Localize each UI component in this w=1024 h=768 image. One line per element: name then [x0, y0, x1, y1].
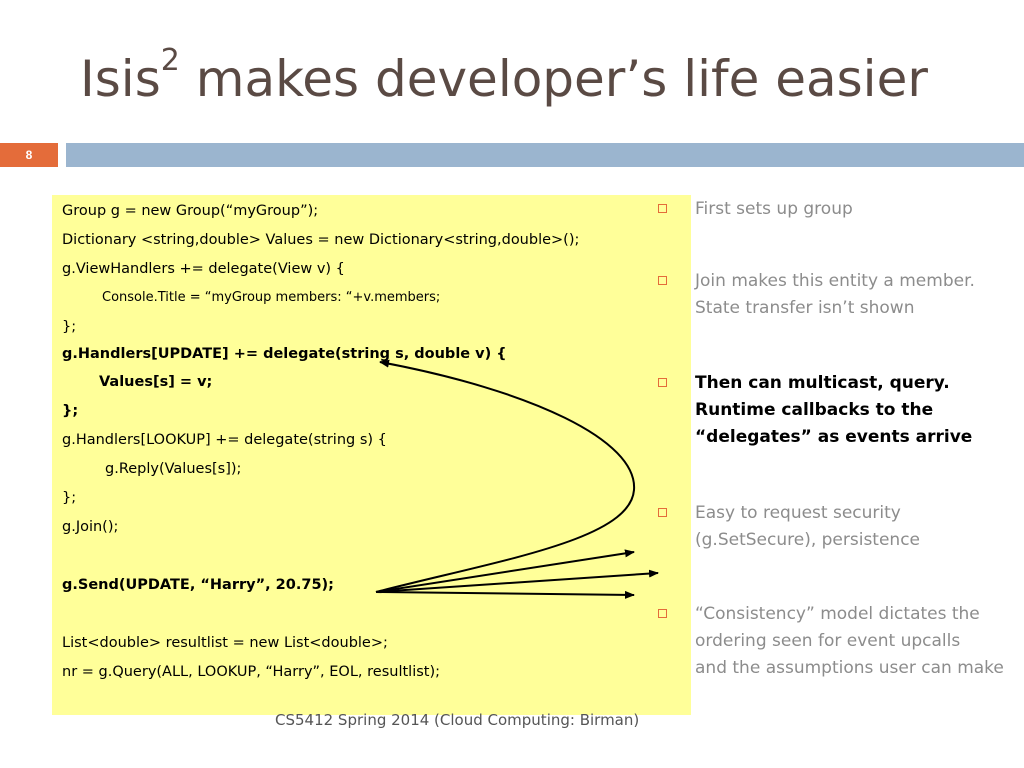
header-divider-bar [66, 143, 1024, 167]
bullet-text: First sets up group [695, 199, 853, 219]
code-line: nr = g.Query(ALL, LOOKUP, “Harry”, EOL, … [62, 664, 440, 680]
code-line: }; [62, 403, 79, 419]
bullet-text: ordering seen for event upcalls [695, 631, 961, 651]
slide-title: Isis2 makes developer’s life easier [80, 46, 928, 109]
code-listing: Group g = new Group(“myGroup”); Dictiona… [52, 195, 691, 715]
bullet-text: “delegates” as events arrive [695, 427, 973, 447]
square-bullet-icon [658, 378, 667, 387]
code-line: Group g = new Group(“myGroup”); [62, 203, 319, 219]
code-line: Console.Title = “myGroup members: “+v.me… [102, 290, 441, 305]
title-rest: makes developer’s life easier [179, 50, 928, 108]
bullet-text: Easy to request security [695, 503, 901, 523]
bullet-text: and the assumptions user can make [695, 658, 1004, 678]
code-line: List<double> resultlist = new List<doubl… [62, 635, 388, 651]
code-line: g.ViewHandlers += delegate(View v) { [62, 261, 345, 277]
code-line: g.Handlers[UPDATE] += delegate(string s,… [62, 346, 507, 362]
bullet-text: “Consistency” model dictates the [695, 604, 980, 624]
code-line: g.Handlers[LOOKUP] += delegate(string s)… [62, 432, 387, 448]
code-line: }; [62, 490, 77, 506]
square-bullet-icon [658, 204, 667, 213]
code-line: Values[s] = v; [99, 374, 213, 390]
title-main: Isis [80, 50, 161, 108]
slide-footer: CS5412 Spring 2014 (Cloud Computing: Bir… [275, 711, 640, 729]
square-bullet-icon [658, 508, 667, 517]
code-line: g.Send(UPDATE, “Harry”, 20.75); [62, 577, 334, 593]
square-bullet-icon [658, 276, 667, 285]
code-line: }; [62, 319, 77, 335]
title-superscript: 2 [160, 43, 180, 78]
square-bullet-icon [658, 609, 667, 618]
code-line: Dictionary <string,double> Values = new … [62, 232, 580, 248]
code-line: g.Join(); [62, 519, 119, 535]
bullet-text: Then can multicast, query. [695, 373, 950, 393]
bullet-text: (g.SetSecure), persistence [695, 530, 921, 550]
bullet-text: State transfer isn’t shown [695, 298, 915, 318]
bullet-text: Join makes this entity a member. [695, 271, 975, 291]
code-line: g.Reply(Values[s]); [105, 461, 242, 477]
slide-number: 8 [25, 148, 33, 162]
bullet-text: Runtime callbacks to the [695, 400, 934, 420]
